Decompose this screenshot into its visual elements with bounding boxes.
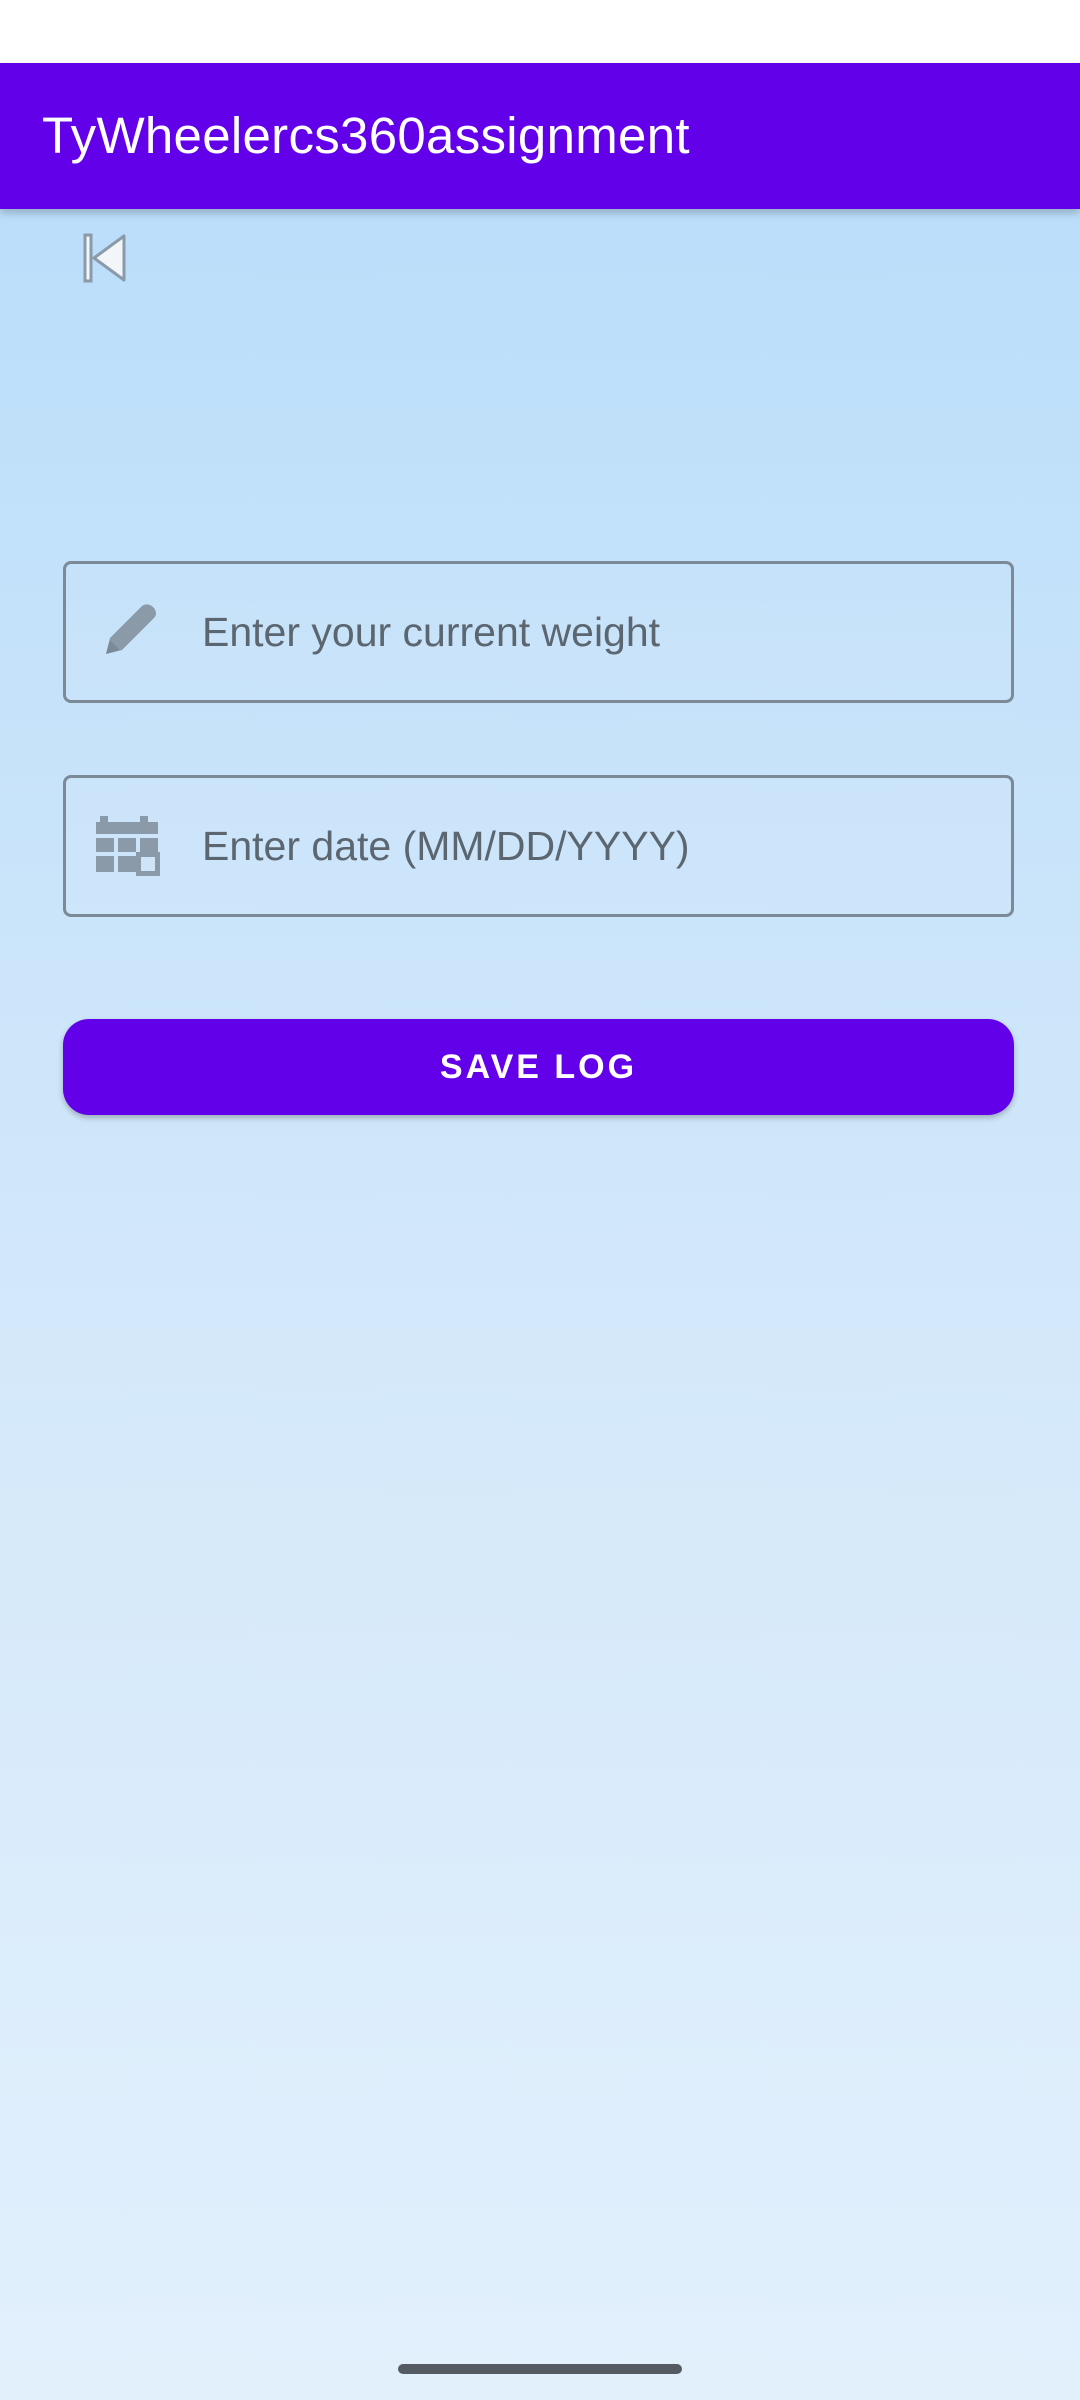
date-input[interactable] (202, 778, 992, 914)
main-content: SAVE LOG (0, 209, 1080, 2400)
skip-previous-icon (83, 233, 126, 283)
gesture-nav-handle[interactable] (398, 2364, 682, 2374)
date-field (63, 775, 1014, 917)
weight-input[interactable] (202, 564, 992, 700)
app-bar: TyWheelercs360assignment (0, 63, 1080, 209)
calendar-icon (92, 810, 164, 882)
app-title: TyWheelercs360assignment (42, 107, 690, 164)
status-bar (0, 0, 1080, 63)
weight-field (63, 561, 1014, 703)
pencil-icon (92, 596, 164, 668)
back-button[interactable] (72, 225, 138, 291)
save-log-button[interactable]: SAVE LOG (63, 1019, 1014, 1115)
